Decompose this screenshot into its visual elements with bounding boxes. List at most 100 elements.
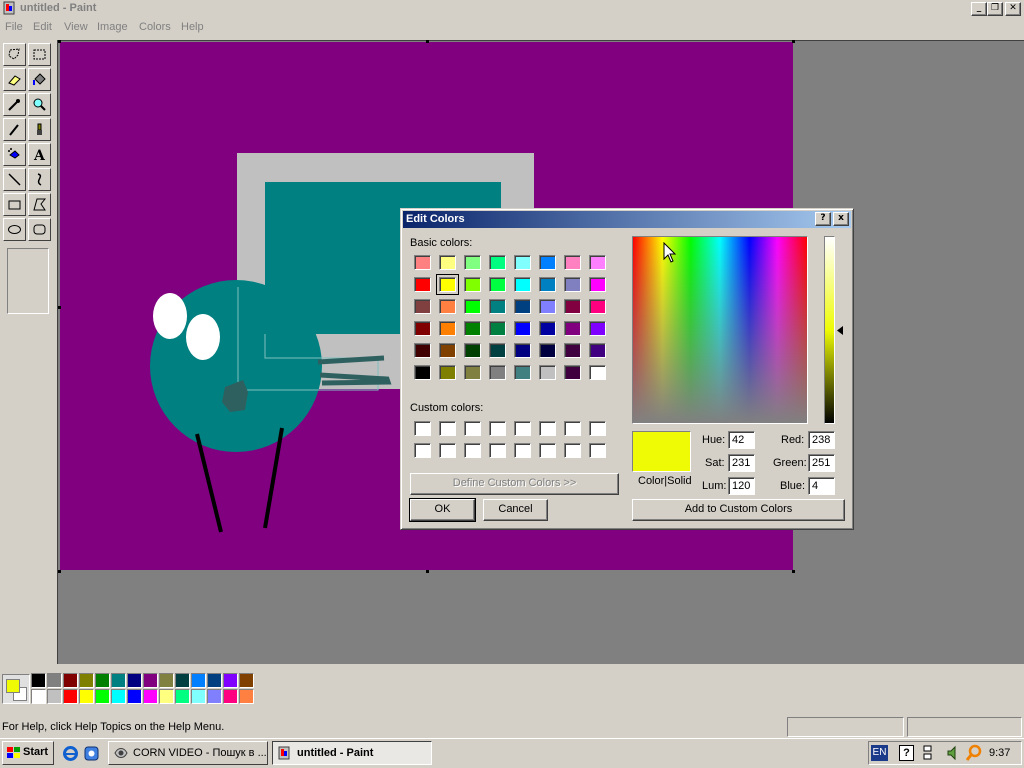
magnifier-icon[interactable] — [28, 93, 51, 116]
basic-color-swatch[interactable] — [464, 277, 481, 292]
custom-color-swatch[interactable] — [589, 443, 606, 458]
basic-color-swatch[interactable] — [514, 343, 531, 358]
basic-color-swatch[interactable] — [514, 255, 531, 270]
desktop-quicklaunch-icon[interactable] — [83, 745, 100, 765]
basic-color-swatch[interactable] — [514, 321, 531, 336]
basic-color-swatch[interactable] — [439, 343, 456, 358]
basic-color-swatch[interactable] — [439, 299, 456, 314]
custom-color-swatch[interactable] — [564, 443, 581, 458]
custom-color-swatch[interactable] — [539, 421, 556, 436]
palette-swatch[interactable] — [79, 689, 94, 704]
basic-color-swatch[interactable] — [414, 277, 431, 292]
custom-color-swatch[interactable] — [589, 421, 606, 436]
palette-swatch[interactable] — [95, 673, 110, 688]
custom-color-swatch[interactable] — [414, 443, 431, 458]
menu-view[interactable]: View — [64, 21, 88, 33]
basic-color-swatch[interactable] — [589, 277, 606, 292]
basic-color-swatch[interactable] — [464, 343, 481, 358]
brush-icon[interactable] — [28, 118, 51, 141]
custom-color-swatch[interactable] — [539, 443, 556, 458]
basic-color-swatch[interactable] — [464, 321, 481, 336]
basic-color-swatch[interactable] — [489, 255, 506, 270]
luminosity-bar[interactable] — [824, 236, 835, 424]
palette-swatch[interactable] — [207, 673, 222, 688]
text-icon[interactable]: A — [28, 143, 51, 166]
palette-swatch[interactable] — [191, 673, 206, 688]
basic-color-swatch[interactable] — [564, 255, 581, 270]
free-form-select-icon[interactable] — [3, 43, 26, 66]
palette-swatch[interactable] — [111, 673, 126, 688]
dialog-close-button[interactable]: x — [833, 212, 849, 226]
custom-color-swatch[interactable] — [489, 443, 506, 458]
palette-swatch[interactable] — [63, 673, 78, 688]
basic-color-swatch[interactable] — [564, 277, 581, 292]
basic-color-swatch[interactable] — [539, 321, 556, 336]
basic-color-swatch[interactable] — [414, 255, 431, 270]
basic-color-swatch[interactable] — [589, 299, 606, 314]
paint-app-icon[interactable] — [2, 1, 16, 15]
basic-color-swatch[interactable] — [489, 343, 506, 358]
volume-tray-icon[interactable] — [945, 744, 963, 765]
palette-swatch[interactable] — [223, 673, 238, 688]
menu-colors[interactable]: Colors — [139, 21, 171, 33]
basic-color-swatch[interactable] — [414, 343, 431, 358]
dialog-help-button[interactable]: ? — [815, 212, 831, 226]
menu-file[interactable]: File — [5, 21, 23, 33]
palette-swatch[interactable] — [239, 673, 254, 688]
basic-color-swatch[interactable] — [464, 299, 481, 314]
cancel-button[interactable]: Cancel — [483, 499, 548, 521]
basic-color-swatch[interactable] — [564, 299, 581, 314]
palette-swatch[interactable] — [63, 689, 78, 704]
title-bar[interactable]: untitled - Paint _ ❐ ✕ — [0, 0, 1024, 18]
define-custom-colors-button[interactable]: Define Custom Colors >> — [410, 473, 619, 495]
minimize-button[interactable]: _ — [971, 2, 987, 16]
red-input[interactable]: 238 — [808, 431, 835, 449]
basic-color-swatch[interactable] — [514, 365, 531, 380]
sat-input[interactable]: 231 — [728, 454, 755, 472]
palette-swatch[interactable] — [191, 689, 206, 704]
custom-color-swatch[interactable] — [514, 421, 531, 436]
basic-color-swatch[interactable] — [589, 321, 606, 336]
search-tray-icon[interactable] — [965, 744, 983, 765]
basic-color-swatch[interactable] — [539, 255, 556, 270]
custom-color-swatch[interactable] — [414, 421, 431, 436]
basic-color-swatch[interactable] — [414, 321, 431, 336]
pick-color-icon[interactable] — [3, 93, 26, 116]
basic-color-swatch[interactable] — [489, 299, 506, 314]
basic-color-swatch[interactable] — [539, 277, 556, 292]
basic-color-swatch[interactable] — [414, 299, 431, 314]
rectangle-icon[interactable] — [3, 193, 26, 216]
basic-color-swatch[interactable] — [514, 277, 531, 292]
palette-swatch[interactable] — [47, 689, 62, 704]
menu-edit[interactable]: Edit — [33, 21, 52, 33]
basic-color-swatch[interactable] — [439, 321, 456, 336]
eraser-icon[interactable] — [3, 68, 26, 91]
menu-image[interactable]: Image — [97, 21, 128, 33]
custom-color-swatch[interactable] — [514, 443, 531, 458]
palette-swatch[interactable] — [175, 673, 190, 688]
basic-color-swatch[interactable] — [539, 343, 556, 358]
palette-swatch[interactable] — [175, 689, 190, 704]
palette-swatch[interactable] — [31, 689, 46, 704]
basic-color-swatch[interactable] — [464, 365, 481, 380]
custom-color-swatch[interactable] — [439, 421, 456, 436]
basic-color-swatch[interactable] — [439, 365, 456, 380]
task-button-paint[interactable]: untitled - Paint — [272, 741, 432, 765]
palette-swatch[interactable] — [47, 673, 62, 688]
palette-swatch[interactable] — [207, 689, 222, 704]
basic-color-swatch[interactable] — [589, 365, 606, 380]
blue-input[interactable]: 4 — [808, 477, 835, 495]
basic-color-swatch[interactable] — [489, 365, 506, 380]
palette-swatch[interactable] — [143, 673, 158, 688]
language-indicator[interactable]: EN — [871, 745, 888, 761]
lum-input[interactable]: 120 — [728, 477, 755, 495]
basic-color-swatch[interactable] — [539, 365, 556, 380]
close-button[interactable]: ✕ — [1005, 2, 1021, 16]
polygon-icon[interactable] — [28, 193, 51, 216]
basic-color-swatch[interactable] — [414, 365, 431, 380]
ie-quicklaunch-icon[interactable] — [62, 745, 79, 765]
palette-swatch[interactable] — [127, 689, 142, 704]
fill-with-color-icon[interactable] — [28, 68, 51, 91]
palette-swatch[interactable] — [79, 673, 94, 688]
palette-swatch[interactable] — [127, 673, 142, 688]
